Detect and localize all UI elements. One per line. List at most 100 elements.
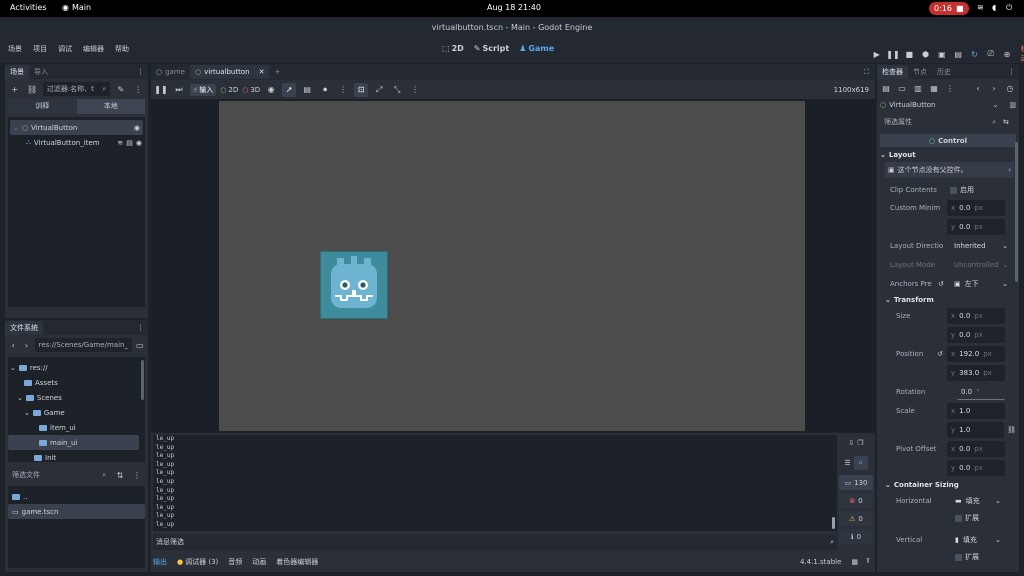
remote-debug-icon[interactable]: ⬢ (919, 47, 932, 61)
more-icon[interactable]: ⋮ (336, 83, 350, 97)
fs-item-assets[interactable]: Assets (8, 375, 145, 390)
filter-messages[interactable]: ▭ 130 (839, 475, 873, 490)
tab-animation[interactable]: 动画 (252, 557, 266, 567)
link-icon[interactable]: ⛓ (25, 82, 38, 96)
forward-icon[interactable]: › (21, 338, 31, 352)
power-icon[interactable]: ⏻ (1006, 3, 1012, 13)
fit-icon[interactable]: ⊡ (354, 82, 369, 97)
collapse-icon[interactable]: ☰ (844, 459, 850, 467)
filter-info[interactable]: ℹ0 (839, 529, 873, 544)
movie-maker-icon[interactable]: ⊕ (1000, 47, 1013, 61)
tab-node[interactable]: 节点 (908, 65, 932, 79)
save-icon[interactable]: ▥ (911, 81, 925, 95)
screen-record-indicator[interactable]: 0:16 ■ (929, 2, 969, 15)
filter-warnings[interactable]: ⚠ 0 (839, 511, 873, 526)
menu-debug[interactable]: 调试 (58, 44, 72, 54)
2d-button[interactable]: ○ 2D (220, 86, 238, 94)
tab-debugger[interactable]: ● 调试器 (3) (177, 557, 218, 567)
fs-item-item-ui[interactable]: item_ui (8, 420, 145, 435)
play-scene-icon[interactable]: ▣ (935, 47, 948, 61)
new-tab-button[interactable]: + (269, 65, 285, 79)
output-scrollbar[interactable] (832, 517, 835, 529)
next-frame-icon[interactable]: ⏭ (172, 83, 186, 97)
filter-errors[interactable]: ⊗ 0 (839, 493, 873, 508)
tab-scene[interactable]: 场景 (5, 64, 29, 79)
reset-icon[interactable]: ↺ (937, 350, 947, 358)
back-icon[interactable]: ‹ (8, 338, 18, 352)
fs-item-main-ui[interactable]: main_ui (8, 435, 139, 450)
camera-icon[interactable]: ⏺ (318, 83, 332, 97)
tab-history[interactable]: 历史 (932, 65, 956, 79)
clock[interactable]: Aug 18 21:40 (487, 3, 541, 12)
script-attach-icon[interactable]: ✎ (114, 82, 127, 96)
subtab-local[interactable]: 本地 (76, 99, 145, 114)
scene-filter-input[interactable]: 过滤器:名称、t ⌕ (42, 82, 111, 96)
link-icon[interactable]: ⛓ (1007, 426, 1016, 434)
virtual-button[interactable] (320, 251, 388, 319)
expand-icon[interactable]: ⤢ (372, 83, 386, 97)
select-icon[interactable]: ➚ (282, 82, 297, 97)
class-header[interactable]: ○ Control (880, 134, 1016, 147)
copy-icon[interactable]: ❐ (857, 439, 863, 447)
visibility-icon[interactable]: ◉ (136, 139, 142, 147)
tab-import[interactable]: 导入 (29, 65, 53, 79)
dock-menu-icon[interactable]: ⋮ (137, 68, 144, 76)
fs-file-parent[interactable]: .. (8, 489, 145, 504)
chevron-left-icon[interactable]: ‹ (1008, 166, 1011, 174)
game-screen[interactable] (219, 101, 805, 431)
tab-inspector[interactable]: 检查器 (877, 64, 908, 79)
dock-menu-icon[interactable]: ⋮ (137, 324, 144, 332)
fs-path-input[interactable]: res://Scenes/Game/main_ (34, 338, 132, 352)
tab-output[interactable]: 输出 (153, 557, 167, 567)
pin-panel-icon[interactable]: ⫪ (866, 557, 870, 566)
keep-aspect-icon[interactable]: ⤡ (390, 83, 404, 97)
pause-icon[interactable]: ❚❚ (154, 83, 168, 97)
add-node-icon[interactable]: + (8, 82, 21, 96)
tab-game[interactable]: ○ game (151, 65, 190, 79)
tab-shader-editor[interactable]: 着色器编辑器 (276, 557, 318, 567)
volume-icon[interactable]: ◖ (992, 3, 996, 12)
fs-tree-scrollbar[interactable] (141, 360, 144, 400)
visibility-icon[interactable]: ◉ (134, 124, 140, 132)
inspector-scrollbar[interactable] (1015, 142, 1018, 282)
app-menu[interactable]: ◉ Main (62, 3, 91, 12)
fs-item-game[interactable]: ⌄ Game (8, 405, 145, 420)
property-filter-input[interactable]: 筛选属性 ⌕ (880, 115, 1000, 129)
menu-scene[interactable]: 场景 (8, 44, 22, 54)
sort-icon[interactable]: ⇅ (113, 468, 127, 482)
checkbox[interactable] (950, 186, 957, 194)
more-icon[interactable]: ⋮ (408, 83, 422, 97)
tree-node-root[interactable]: ⌄ ○ VirtualButton ◉ (10, 120, 143, 135)
play-custom-icon[interactable]: ▤ (952, 47, 965, 61)
tab-virtualbutton[interactable]: ○ virtualbutton ✕ (189, 65, 270, 79)
doc-icon[interactable]: ▥ (1009, 101, 1016, 109)
activities-button[interactable]: Activities (10, 3, 47, 12)
fs-item-scenes[interactable]: ⌄ Scenes (8, 390, 145, 405)
menu-editor[interactable]: 编辑器 (83, 44, 104, 54)
checkbox[interactable] (955, 514, 962, 522)
close-icon[interactable]: ✕ (259, 68, 265, 76)
fs-filter-input[interactable]: 筛选文件 ⌕ (8, 468, 110, 482)
signal-icon[interactable]: ≋ (117, 139, 123, 147)
section-transform[interactable]: ⌄ Transform (885, 294, 1016, 306)
dock-menu-icon[interactable]: ⋮ (1008, 68, 1015, 76)
checkbox[interactable] (955, 553, 962, 561)
game-viewport[interactable] (151, 99, 875, 432)
section-container-sizing[interactable]: ⌄ Container Sizing (885, 479, 1016, 491)
wifi-icon[interactable]: ≋ (977, 3, 984, 12)
3d-button[interactable]: ○ 3D (242, 86, 260, 94)
tree-node-child[interactable]: ⛬ VirtualButton_item ≋ ▤ ◉ (8, 135, 145, 150)
new-resource-icon[interactable]: ▤ (879, 81, 893, 95)
menu-help[interactable]: 帮助 (115, 44, 129, 54)
filter-settings-icon[interactable]: ⇆ (1003, 118, 1009, 126)
movie-icon[interactable]: ⎚ (984, 47, 997, 61)
tab-audio[interactable]: 音频 (228, 557, 242, 567)
back-icon[interactable]: ‹ (971, 81, 985, 95)
reset-icon[interactable]: ↺ (938, 280, 950, 288)
distraction-free-icon[interactable]: ⛶ (864, 68, 869, 77)
stop-icon[interactable]: ■ (903, 47, 916, 61)
input-mode-button[interactable]: ☝ 输入 (190, 83, 217, 96)
list-select-icon[interactable]: ▤ (300, 83, 314, 97)
subtab-remote[interactable]: 训释 (8, 99, 77, 114)
history-icon[interactable]: ◷ (1003, 81, 1017, 95)
